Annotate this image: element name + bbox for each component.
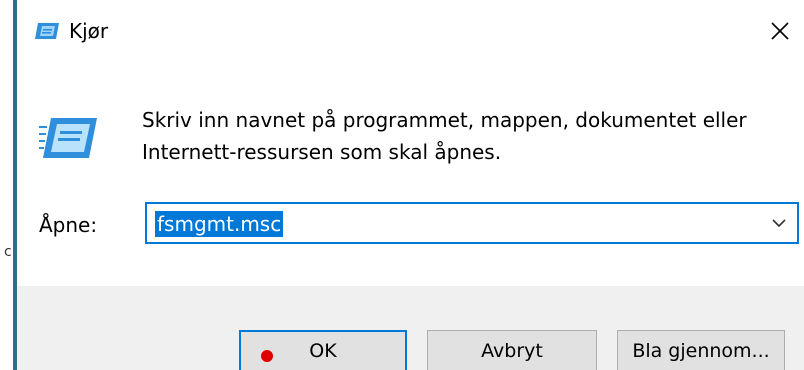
browse-button-label: Bla gjennom...	[632, 340, 770, 362]
background-text-fragment: c	[4, 244, 12, 260]
run-dialog: Kjør Skriv inn navnet på programmet, map…	[17, 0, 804, 370]
run-icon	[34, 22, 60, 40]
cancel-button[interactable]: Avbryt	[427, 330, 597, 370]
open-input[interactable]: fsmgmt.msc	[155, 211, 284, 237]
chevron-down-icon	[772, 219, 786, 228]
instruction-text: Skriv inn navnet på programmet, mappen, …	[142, 108, 747, 164]
close-icon	[771, 22, 789, 40]
background-window-edge: c	[0, 0, 13, 370]
open-combobox[interactable]: fsmgmt.msc	[145, 202, 799, 244]
close-button[interactable]	[759, 10, 801, 52]
run-program-icon	[39, 116, 99, 160]
window-title: Kjør	[69, 19, 109, 43]
browse-button[interactable]: Bla gjennom...	[617, 330, 785, 370]
cancel-button-label: Avbryt	[481, 340, 543, 362]
button-bar: OK Avbryt Bla gjennom...	[17, 286, 804, 370]
cursor-marker	[261, 350, 273, 362]
open-label: Åpne:	[39, 213, 98, 237]
title-bar: Kjør	[17, 0, 804, 64]
screen: c Kjør Skriv inn navnet på programmet, m…	[0, 0, 804, 370]
dialog-content: Skriv inn navnet på programmet, mappen, …	[17, 64, 804, 286]
dropdown-button[interactable]	[769, 214, 789, 232]
ok-button-label: OK	[309, 340, 337, 362]
